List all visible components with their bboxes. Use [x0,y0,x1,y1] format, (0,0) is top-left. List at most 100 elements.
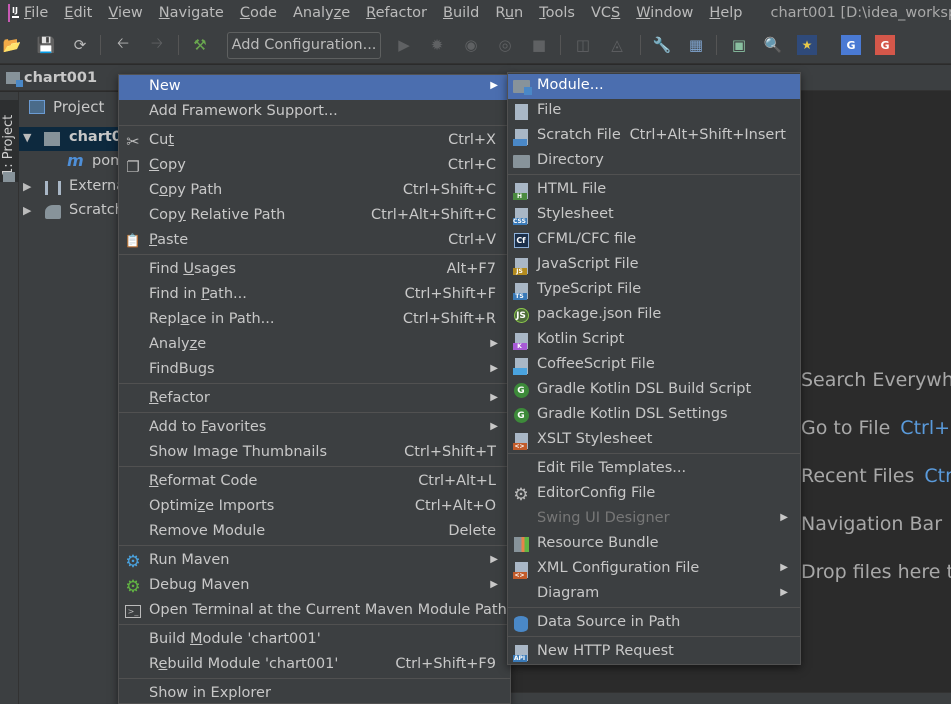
expand-arrow-icon[interactable]: ▼ [23,131,31,144]
menu-item-xml-configuration-file[interactable]: <> XML Configuration File ▶ [508,557,800,582]
menu-item-editorconfig-file[interactable]: ⚙ EditorConfig File [508,482,800,507]
menu-item-find-in-path[interactable]: Find in Path... Ctrl+Shift+F [119,283,510,308]
menu-item-findbugs[interactable]: FindBugs ▶ [119,358,510,383]
menu-item-copy-path[interactable]: Copy Path Ctrl+Shift+C [119,179,510,204]
terminal-window-icon[interactable]: ▣ [729,35,749,55]
menu-item-show-image-thumbnails[interactable]: Show Image Thumbnails Ctrl+Shift+T [119,441,510,466]
menu-refactor[interactable]: Refactor [358,0,435,26]
menu-item-module[interactable]: Module... [508,74,800,99]
menu-item-file[interactable]: File [508,99,800,124]
menu-item-copy[interactable]: ❐ Copy Ctrl+C [119,154,510,179]
menu-item-data-source-in-path[interactable]: Data Source in Path [508,611,800,636]
menu-run[interactable]: Run [487,0,531,26]
menu-item-directory[interactable]: Directory [508,149,800,174]
module-folder-icon [44,132,60,146]
menu-item-kotlin-script[interactable]: K Kotlin Script [508,328,800,353]
menu-item-rebuild-module-chart001[interactable]: Rebuild Module 'chart001' Ctrl+Shift+F9 [119,653,510,678]
search-icon[interactable]: 🔍 [763,35,783,55]
project-structure-icon[interactable]: ▦ [686,35,706,55]
menu-tools[interactable]: Tools [531,0,583,26]
menu-item-new[interactable]: New ▶ [119,75,510,100]
menu-item-package-json-file[interactable]: JS package.json File [508,303,800,328]
vcs-update-icon[interactable]: ◫ [573,35,593,55]
menu-item-find-usages[interactable]: Find Usages Alt+F7 [119,258,510,283]
add-configuration-button[interactable]: Add Configuration... [227,32,381,59]
menu-edit[interactable]: Edit [56,0,100,26]
menu-item-label: Run Maven [149,552,230,568]
submenu-arrow-icon: ▶ [780,587,788,598]
menu-item-javascript-file[interactable]: JS JavaScript File [508,253,800,278]
tree-node-project[interactable]: ▼ chart00 [19,127,119,151]
menu-item-optimize-imports[interactable]: Optimize Imports Ctrl+Alt+O [119,495,510,520]
scissors-icon: ✂ [126,132,140,151]
menu-item-replace-in-path[interactable]: Replace in Path... Ctrl+Shift+R [119,308,510,333]
menu-item-shortcut: Ctrl+X [448,132,496,148]
run-icon[interactable]: ▶ [394,35,414,55]
open-folder-icon[interactable]: 📂 [2,35,22,55]
stop-icon[interactable]: ■ [529,35,549,55]
menu-item-resource-bundle[interactable]: Resource Bundle [508,532,800,557]
menu-item-copy-relative-path[interactable]: Copy Relative Path Ctrl+Alt+Shift+C [119,204,510,229]
menu-item-edit-file-templates[interactable]: Edit File Templates... [508,457,800,482]
hint-go-to-file: Go to File Ctrl+ [801,417,951,439]
wrench-settings-icon[interactable]: 🔧 [652,35,672,55]
translate-plugin-icon[interactable]: ★ [797,35,817,55]
menu-item-html-file[interactable]: H HTML File [508,178,800,203]
menu-item-debug-maven[interactable]: ⚙ Debug Maven ▶ [119,574,510,599]
menu-item-open-terminal-at-the-current-maven-module-path[interactable]: >_ Open Terminal at the Current Maven Mod… [119,599,510,624]
build-hammer-icon[interactable]: ⚒ [190,35,210,55]
menu-item-gradle-kotlin-dsl-settings[interactable]: G Gradle Kotlin DSL Settings [508,403,800,428]
menu-item-show-in-explorer[interactable]: Show in Explorer [119,682,510,704]
menu-item-xslt-stylesheet[interactable]: <> XSLT Stylesheet [508,428,800,453]
menu-item-coffeescript-file[interactable]: CoffeeScript File [508,353,800,378]
menu-item-cut[interactable]: ✂ Cut Ctrl+X [119,129,510,154]
menu-item-new-http-request[interactable]: API New HTTP Request [508,640,800,665]
menu-item-shortcut: Ctrl+Shift+F [404,286,496,302]
menu-item-cfml-cfc-file[interactable]: Cf CFML/CFC file [508,228,800,253]
menu-file[interactable]: File [16,0,56,26]
vcs-commit-icon[interactable]: ◬ [607,35,627,55]
profile-icon[interactable]: ◎ [495,35,515,55]
menu-item-paste[interactable]: 📋 Paste Ctrl+V [119,229,510,254]
menu-item-scratch-file[interactable]: Scratch File Ctrl+Alt+Shift+Insert [508,124,800,149]
menu-item-gradle-kotlin-dsl-build-script[interactable]: G Gradle Kotlin DSL Build Script [508,378,800,403]
synchronize-icon[interactable]: ⟳ [70,35,90,55]
menu-separator [508,174,800,175]
project-view-selector[interactable]: Project [53,98,104,116]
forward-arrow-icon[interactable]: 🡢 [147,34,167,55]
menu-item-typescript-file[interactable]: TS TypeScript File [508,278,800,303]
menu-build[interactable]: Build [435,0,487,26]
back-arrow-icon[interactable]: 🡠 [113,34,133,55]
menu-item-run-maven[interactable]: ⚙ Run Maven ▶ [119,549,510,574]
menu-item-refactor[interactable]: Refactor ▶ [119,387,510,412]
menu-item-add-to-favorites[interactable]: Add to Favorites ▶ [119,416,510,441]
menu-item-analyze[interactable]: Analyze ▶ [119,333,510,358]
menu-window[interactable]: Window [628,0,701,26]
hint-drop-files: Drop files here t [801,561,951,583]
tree-node-scratches[interactable]: ▶ Scratch [19,200,119,224]
menu-item-reformat-code[interactable]: Reformat Code Ctrl+Alt+L [119,470,510,495]
save-all-icon[interactable]: 💾 [36,35,56,55]
tree-node-pom[interactable]: m pom [19,151,119,175]
menu-analyze[interactable]: Analyze [285,0,358,26]
coverage-icon[interactable]: ◉ [461,35,481,55]
collapse-arrow-icon[interactable]: ▶ [23,180,31,193]
xml-file-icon: <> [512,561,530,579]
menu-code[interactable]: Code [232,0,285,26]
menu-help[interactable]: Help [701,0,750,26]
menu-navigate[interactable]: Navigate [151,0,232,26]
translate-replace-icon[interactable]: G [875,35,895,55]
menu-item-build-module-chart001[interactable]: Build Module 'chart001' [119,628,510,653]
menu-item-remove-module[interactable]: Remove Module Delete [119,520,510,545]
menu-item-stylesheet[interactable]: CSS Stylesheet [508,203,800,228]
menu-item-add-framework-support[interactable]: Add Framework Support... [119,100,510,125]
debug-icon[interactable]: ✹ [427,35,447,55]
tree-node-external-libraries[interactable]: ▶ Externa [19,176,119,200]
google-translate-icon[interactable]: G [841,35,861,55]
menu-vcs[interactable]: VCS [583,0,628,26]
menu-item-label: Show in Explorer [149,685,271,701]
collapse-arrow-icon[interactable]: ▶ [23,204,31,217]
breadcrumb-project[interactable]: chart001 [24,70,97,86]
menu-view[interactable]: View [100,0,150,26]
menu-item-diagram[interactable]: Diagram ▶ [508,582,800,607]
